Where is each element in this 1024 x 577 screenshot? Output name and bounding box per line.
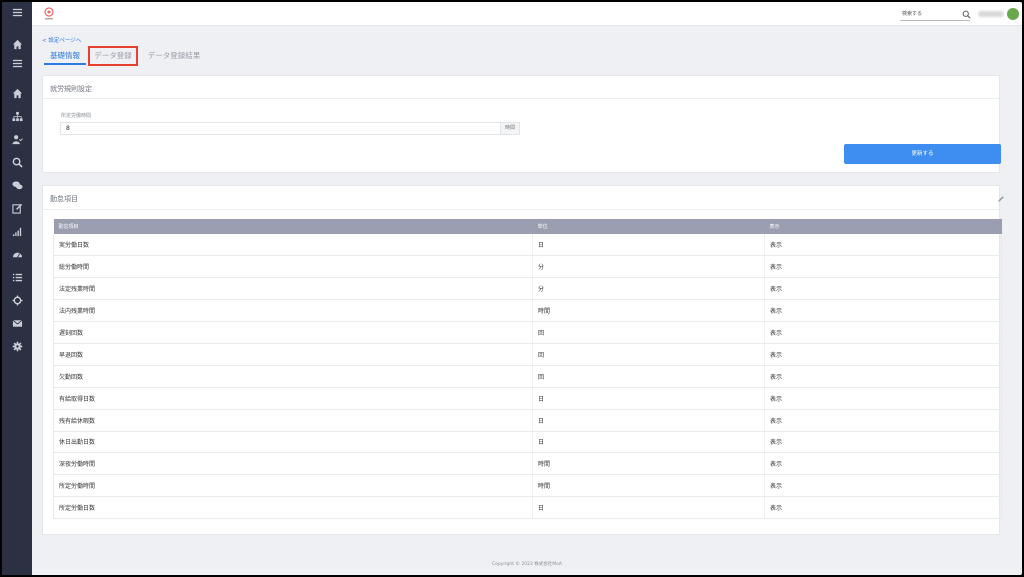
column-header: 勤怠項目 bbox=[53, 219, 533, 234]
unit-cell: 回 bbox=[532, 365, 765, 388]
unit-cell: 時間 bbox=[532, 299, 765, 323]
table-row: 欠勤回数回表示 bbox=[53, 365, 1002, 388]
unit-cell: 回 bbox=[532, 343, 765, 366]
logo-icon[interactable] bbox=[42, 6, 56, 22]
item-cell: 遅刻回数 bbox=[53, 321, 533, 344]
table-row: 残有給休暇数日表示 bbox=[53, 409, 1002, 432]
display-cell: 表示 bbox=[764, 343, 1002, 366]
display-cell: 表示 bbox=[764, 431, 1002, 454]
update-button[interactable]: 更新する bbox=[844, 144, 1001, 164]
attendance-items-card: 勤怠項目 勤怠項目 単位 表示 実労働日数日表示 総労働時間分表示 法定残業時間… bbox=[42, 185, 1004, 535]
sidebar bbox=[2, 2, 32, 575]
display-cell: 表示 bbox=[764, 277, 1002, 301]
avatar[interactable] bbox=[1007, 8, 1019, 20]
menu-icon[interactable] bbox=[9, 6, 25, 20]
search-input[interactable]: 検索する bbox=[900, 8, 970, 21]
display-cell: 表示 bbox=[764, 452, 1002, 476]
display-cell: 表示 bbox=[764, 474, 1002, 498]
display-cell: 表示 bbox=[764, 496, 1002, 520]
item-cell: 所定労働時間 bbox=[53, 474, 533, 498]
gear-icon[interactable] bbox=[9, 340, 25, 354]
unit-cell: 日 bbox=[532, 431, 765, 454]
item-cell: 欠勤回数 bbox=[53, 365, 533, 388]
pencil-icon[interactable] bbox=[997, 195, 1005, 203]
divider bbox=[43, 209, 999, 210]
tab-basic-info[interactable]: 基礎情報 bbox=[44, 48, 86, 65]
unit-cell: 日 bbox=[532, 234, 765, 257]
work-rules-card: 就労規則設定 所定労働時間 8 時間 更新する bbox=[42, 75, 1001, 173]
item-cell: 法定残業時間 bbox=[53, 277, 533, 301]
signal-icon[interactable] bbox=[9, 225, 25, 239]
table-row: 有給取得日数日表示 bbox=[53, 387, 1002, 410]
column-header: 単位 bbox=[532, 219, 765, 234]
item-cell: 実労働日数 bbox=[53, 234, 533, 257]
unit-cell: 分 bbox=[532, 255, 765, 279]
search-icon[interactable] bbox=[9, 156, 25, 170]
display-cell: 表示 bbox=[764, 299, 1002, 323]
list-icon[interactable] bbox=[9, 57, 25, 71]
item-cell: 総労働時間 bbox=[53, 255, 533, 279]
display-cell: 表示 bbox=[764, 234, 1002, 257]
back-to-settings-link[interactable]: < 設定ページへ bbox=[42, 36, 81, 44]
unit-cell: 日 bbox=[532, 496, 765, 520]
list-icon[interactable] bbox=[9, 271, 25, 285]
tab-data-registration-results[interactable]: データ登録結果 bbox=[142, 48, 206, 65]
divider bbox=[43, 98, 999, 99]
item-cell: 早退回数 bbox=[53, 343, 533, 366]
home-icon[interactable] bbox=[9, 38, 25, 52]
item-cell: 有給取得日数 bbox=[53, 387, 533, 410]
table-row: 総労働時間分表示 bbox=[53, 255, 1002, 279]
main-content: < 設定ページへ 基礎情報 データ登録 データ登録結果 就労規則設定 所定労働時… bbox=[32, 26, 1022, 575]
tab-data-registration[interactable]: データ登録 bbox=[88, 46, 138, 66]
org-chart-icon[interactable] bbox=[9, 110, 25, 124]
home-icon[interactable] bbox=[9, 87, 25, 101]
gauge-icon[interactable] bbox=[9, 248, 25, 262]
table-row: 遅刻回数回表示 bbox=[53, 321, 1002, 344]
display-cell: 表示 bbox=[764, 387, 1002, 410]
footer-copyright: Copyright © 2022 株式会社MoA bbox=[492, 562, 562, 567]
unit-cell: 日 bbox=[532, 387, 765, 410]
table-row: 所定労働日数日表示 bbox=[53, 496, 1002, 520]
scheduled-hours-input[interactable]: 8 bbox=[60, 122, 501, 135]
table-row: 法定残業時間分表示 bbox=[53, 277, 1002, 301]
hours-unit-addon: 時間 bbox=[500, 122, 520, 135]
item-cell: 残有給休暇数 bbox=[53, 409, 533, 432]
chat-icon[interactable] bbox=[9, 179, 25, 193]
display-cell: 表示 bbox=[764, 409, 1002, 432]
unit-cell: 回 bbox=[532, 321, 765, 344]
unit-cell: 分 bbox=[532, 277, 765, 301]
table-row: 法内残業時間 時間 表示 bbox=[53, 299, 1002, 323]
top-bar: 検索する bbox=[32, 2, 1022, 26]
table-row: 休日出勤日数日表示 bbox=[53, 431, 1002, 454]
table-header-row: 勤怠項目 単位 表示 bbox=[53, 219, 1002, 234]
display-cell: 表示 bbox=[764, 365, 1002, 388]
table-row: 早退回数回表示 bbox=[53, 343, 1002, 366]
search-icon[interactable] bbox=[962, 10, 971, 19]
crosshair-icon[interactable] bbox=[9, 294, 25, 308]
user-check-icon[interactable] bbox=[9, 133, 25, 147]
work-rules-title: 就労規則設定 bbox=[50, 85, 92, 93]
item-cell: 休日出勤日数 bbox=[53, 431, 533, 454]
unit-cell: 日 bbox=[532, 409, 765, 432]
table-row: 実労働日数日表示 bbox=[53, 234, 1002, 257]
table-row: 深夜労働時間 時間 表示 bbox=[53, 452, 1002, 476]
unit-cell: 時間 bbox=[532, 474, 765, 498]
column-header: 表示 bbox=[764, 219, 1002, 234]
table-row: 所定労働時間 時間 表示 bbox=[53, 474, 1002, 498]
attendance-table: 勤怠項目 単位 表示 実労働日数日表示 総労働時間分表示 法定残業時間分表示 法… bbox=[53, 219, 1002, 520]
app-window: 検索する < 設定ページへ 基礎情報 データ登録 データ登録結果 就労規則設定 … bbox=[2, 2, 1022, 575]
unit-cell: 時間 bbox=[532, 452, 765, 476]
scheduled-hours-label: 所定労働時間 bbox=[61, 113, 92, 119]
attendance-items-title: 勤怠項目 bbox=[50, 195, 78, 203]
item-cell: 深夜労働時間 bbox=[53, 452, 533, 476]
display-cell: 表示 bbox=[764, 255, 1002, 279]
user-name[interactable] bbox=[978, 11, 1004, 17]
display-cell: 表示 bbox=[764, 321, 1002, 344]
item-cell: 所定労働日数 bbox=[53, 496, 533, 520]
mail-icon[interactable] bbox=[9, 317, 25, 331]
item-cell: 法内残業時間 bbox=[53, 299, 533, 323]
edit-icon[interactable] bbox=[9, 202, 25, 216]
